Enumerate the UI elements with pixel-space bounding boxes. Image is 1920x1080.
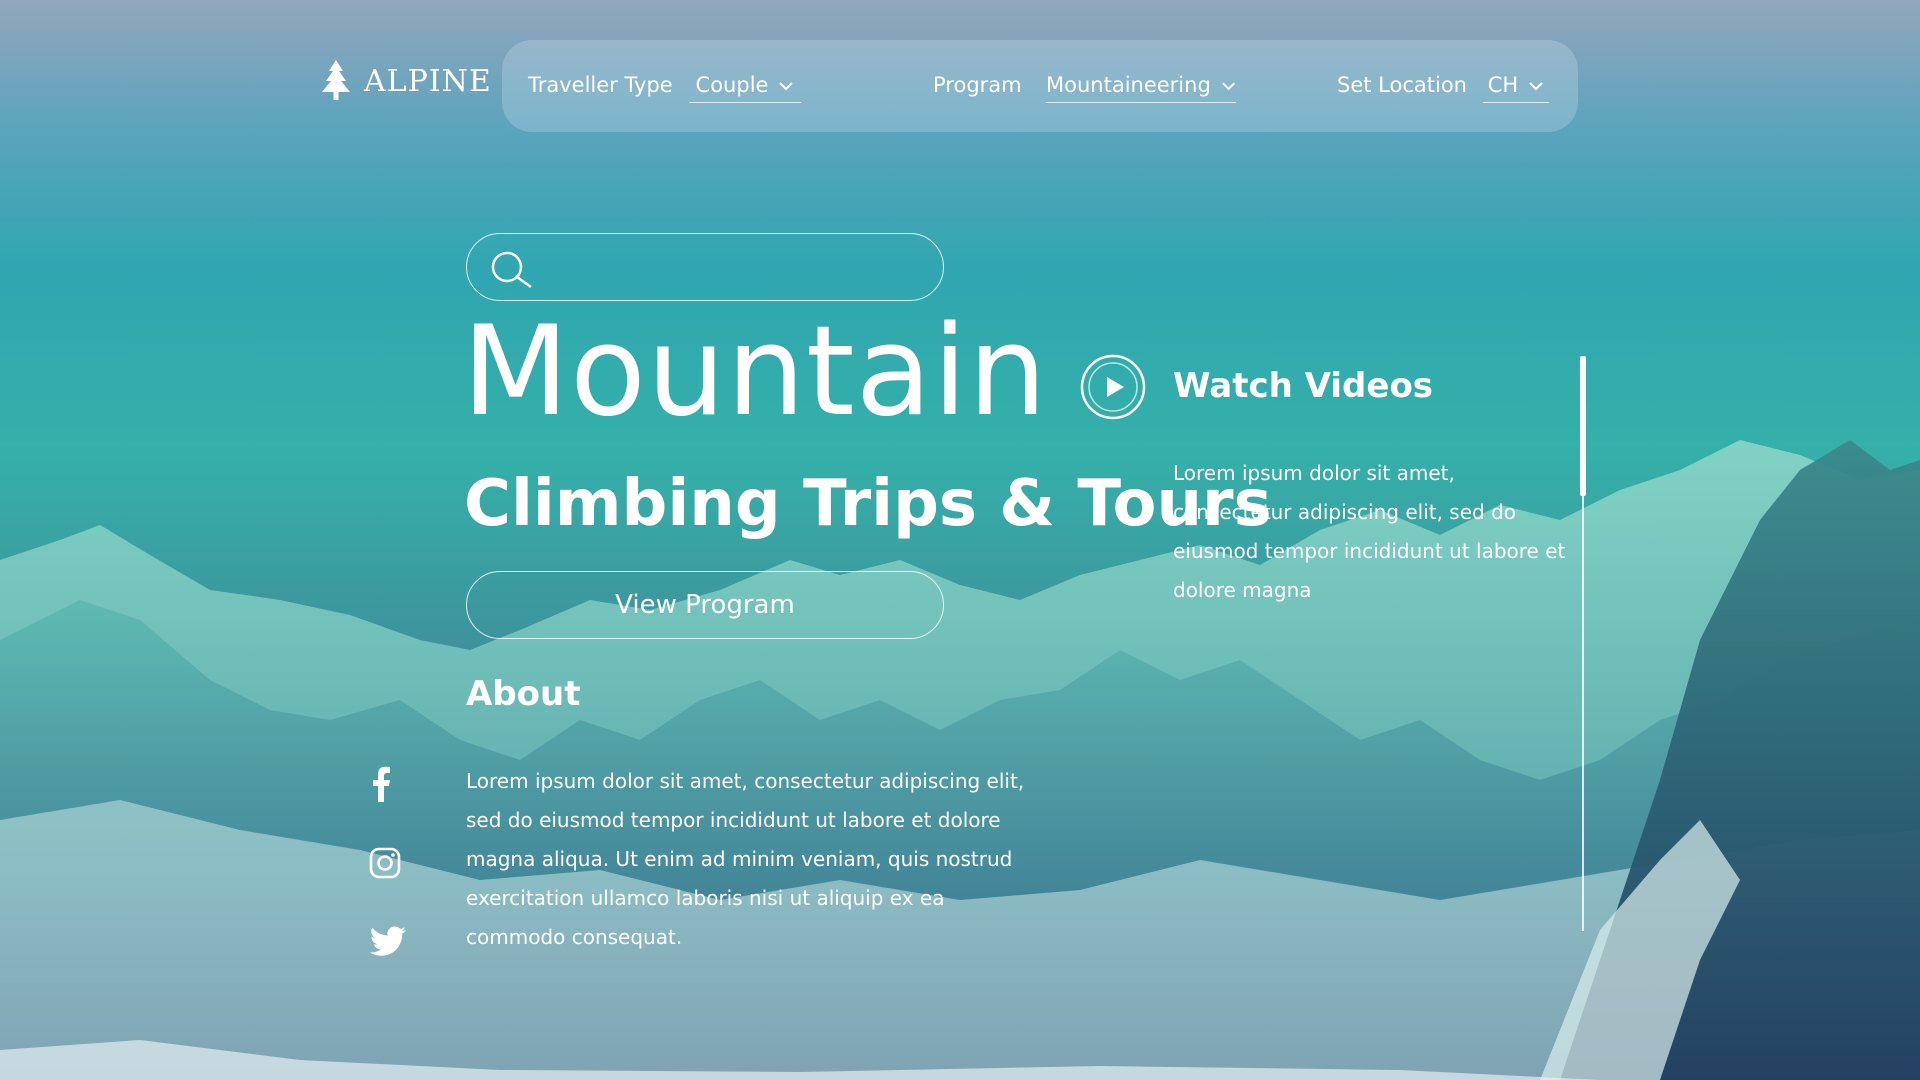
- traveller-type-label: Traveller Type: [528, 73, 673, 97]
- search-input[interactable]: [466, 233, 944, 301]
- brand-name: ALPINE: [364, 63, 492, 99]
- about-text: Lorem ipsum dolor sit amet, consectetur …: [466, 769, 1025, 949]
- chevron-down-icon: [779, 82, 794, 91]
- chevron-down-icon: [1222, 82, 1235, 91]
- program-label: Program: [933, 73, 1022, 97]
- program-dropdown[interactable]: Mountaineering: [1046, 73, 1236, 103]
- chevron-down-icon: [1529, 82, 1543, 91]
- location-value: CH: [1487, 73, 1519, 97]
- facebook-link[interactable]: [370, 766, 392, 806]
- traveller-type-dropdown[interactable]: Couple: [689, 73, 801, 103]
- instagram-icon: [369, 847, 401, 879]
- location-dropdown[interactable]: CH: [1483, 73, 1549, 103]
- twitter-link[interactable]: [369, 926, 407, 962]
- scroll-thumb[interactable]: [1580, 356, 1586, 496]
- hero-subtitle: Climbing Trips & Tours: [464, 467, 1272, 541]
- twitter-icon: [369, 926, 406, 956]
- hero-title: Mountain: [462, 300, 1048, 444]
- search-icon: [491, 251, 532, 289]
- brand-logo[interactable]: ALPINE: [318, 60, 492, 102]
- location-label: Set Location: [1337, 73, 1467, 97]
- pine-tree-icon: [322, 60, 350, 100]
- watch-videos-text: Lorem ipsum dolor sit amet, consectetur …: [1173, 461, 1566, 602]
- traveller-type-value: Couple: [695, 73, 769, 97]
- play-icon[interactable]: [1080, 354, 1146, 420]
- facebook-icon: [373, 766, 390, 802]
- about-heading: About: [466, 674, 581, 714]
- instagram-link[interactable]: [369, 847, 401, 883]
- program-value: Mountaineering: [1046, 73, 1211, 97]
- watch-videos-heading[interactable]: Watch Videos: [1173, 366, 1433, 406]
- view-program-button[interactable]: View Program: [466, 571, 944, 639]
